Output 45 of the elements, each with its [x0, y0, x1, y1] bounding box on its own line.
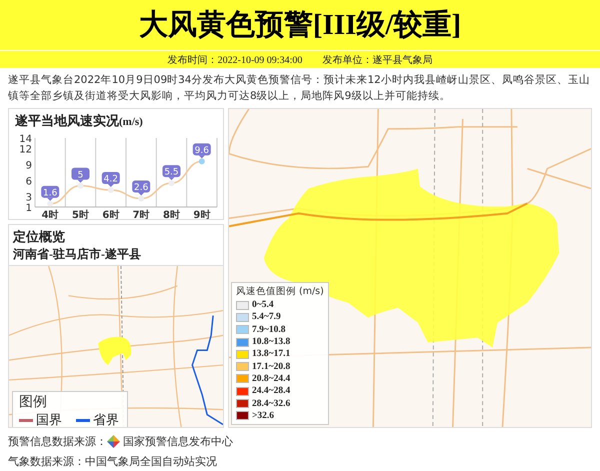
legend-label: 国界: [36, 412, 62, 427]
y-tick-label: 6: [26, 176, 32, 188]
y-tick-label: 9: [26, 160, 32, 172]
legend-label: 7.9~10.8: [252, 324, 286, 335]
warning-title: 大风黄色预警[III级/较重]: [138, 8, 462, 43]
source-name: 国家预警信息发布中心: [123, 434, 233, 449]
value-label: 1.6: [41, 186, 60, 201]
data-label: 5: [78, 170, 84, 180]
legend-label: 24.4~28.4: [252, 386, 290, 396]
legend-label: 28.4~32.6: [252, 398, 290, 409]
y-tick-label: 1: [26, 203, 32, 214]
y-tick-label: 3: [26, 192, 32, 204]
data-point: [138, 196, 144, 202]
legend-label: 5.4~7.9: [252, 312, 281, 322]
publisher: 发布单位：遂平县气象局: [322, 54, 432, 66]
legend-label: 省界: [93, 412, 119, 427]
source-label: 气象数据来源：: [8, 454, 85, 469]
legend-title: 图例: [19, 393, 48, 412]
data-point: [47, 200, 54, 207]
legend-title: 风速色值图例 (m/s): [236, 285, 324, 298]
data-point: [168, 180, 174, 186]
value-label: 5: [72, 168, 90, 183]
source-name: 中国气象局全国自动站实况: [85, 454, 217, 469]
legend-label: 17.1~20.8: [252, 362, 290, 372]
legend-label: >32.6: [252, 410, 274, 421]
data-point: [198, 158, 205, 164]
warning-description: 遂平县气象台2022年10月9日09时34分发布大风黄色预警信号：预计未来12小时内我县嵖岈山景区、凤鸣谷景区、玉山镇等全部乡镇及街道将受大风影响，平均风力可达8级以上，局地阵风9级以上并可能持续。: [8, 73, 591, 104]
publish-time: 发布时间：2022-10-09 09:34:00: [168, 54, 302, 66]
legend-label: 13.8~17.1: [252, 349, 290, 360]
legend-label: 10.8~13.8: [252, 337, 290, 348]
location-title: 定位概览: [12, 228, 66, 246]
chart-title: 遂平当地风速实况(m/s): [14, 112, 144, 130]
y-tick-label: 12: [19, 144, 32, 156]
data-point: [108, 187, 114, 194]
value-label: 5.5: [162, 165, 180, 180]
value-label: 9.6: [192, 143, 211, 158]
county-area: [98, 336, 132, 366]
legend-label: 0~5.4: [252, 300, 274, 310]
data-point: [78, 182, 84, 189]
y-tick-label: 14: [19, 134, 32, 145]
source-label: 预警信息数据来源：: [8, 434, 107, 449]
region-path: 河南省-驻马店市-遂平县: [12, 246, 142, 263]
value-label: 2.6: [132, 180, 150, 196]
legend-label: 20.8~24.4: [252, 374, 290, 384]
value-label: 4.2: [102, 172, 120, 188]
